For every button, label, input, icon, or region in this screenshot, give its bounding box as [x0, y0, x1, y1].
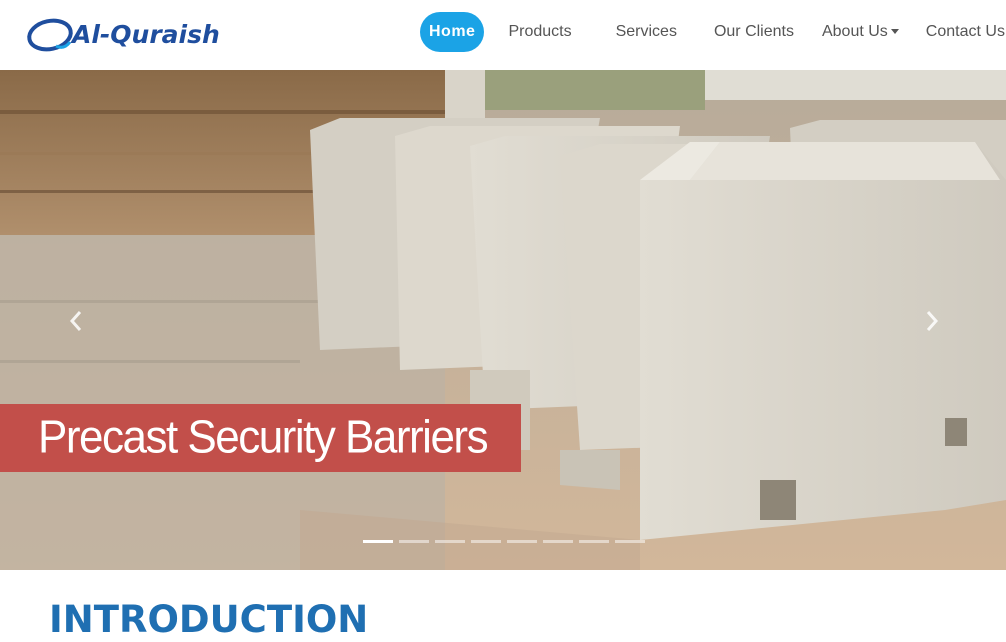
nav-link-about-label: About Us — [821, 23, 888, 40]
carousel-indicators — [363, 540, 651, 543]
nav-link-contact-us[interactable]: Contact Us — [926, 12, 1005, 52]
carousel-indicator-2[interactable] — [399, 540, 429, 543]
carousel-indicator-8[interactable] — [615, 540, 645, 543]
nav-item-about: About Us — [822, 12, 926, 52]
slide-image-concrete-barriers — [0, 70, 1006, 570]
carousel-prev-button[interactable] — [61, 306, 91, 336]
caret-down-icon — [890, 28, 899, 34]
nav-item-home: Home — [420, 12, 508, 52]
carousel-indicator-5[interactable] — [507, 540, 537, 543]
brand-name: Al-Quraish — [72, 20, 220, 49]
intro-heading: INTRODUCTION — [49, 598, 369, 641]
chevron-right-icon — [926, 311, 939, 331]
nav-item-services: Services — [616, 12, 714, 52]
nav-link-products[interactable]: Products — [508, 12, 571, 52]
nav-link-our-clients[interactable]: Our Clients — [714, 12, 794, 52]
nav-item-clients: Our Clients — [714, 12, 822, 52]
carousel-indicator-6[interactable] — [543, 540, 573, 543]
nav-link-services[interactable]: Services — [616, 12, 677, 52]
nav-link-home[interactable]: Home — [420, 12, 485, 52]
nav-item-contact: Contact Us — [926, 12, 1005, 52]
slide-caption-text: Precast Security Barriers — [38, 411, 489, 464]
navbar: Al-Quraish Home Products Services Our Cl… — [0, 0, 1006, 70]
chevron-left-icon — [69, 311, 82, 331]
carousel-next-button[interactable] — [917, 306, 947, 336]
hero-carousel: Precast Security Barriers — [0, 70, 1006, 570]
main-nav: Home Products Services Our Clients About… — [420, 12, 1005, 52]
carousel-indicator-7[interactable] — [579, 540, 609, 543]
carousel-indicator-1[interactable] — [363, 540, 393, 543]
nav-link-about-us[interactable]: About Us — [822, 12, 899, 52]
carousel-indicator-3[interactable] — [435, 540, 465, 543]
slide-caption-banner: Precast Security Barriers — [0, 404, 521, 472]
brand-logo[interactable]: Al-Quraish — [26, 12, 226, 56]
carousel-indicator-4[interactable] — [471, 540, 501, 543]
nav-item-products: Products — [508, 12, 615, 52]
